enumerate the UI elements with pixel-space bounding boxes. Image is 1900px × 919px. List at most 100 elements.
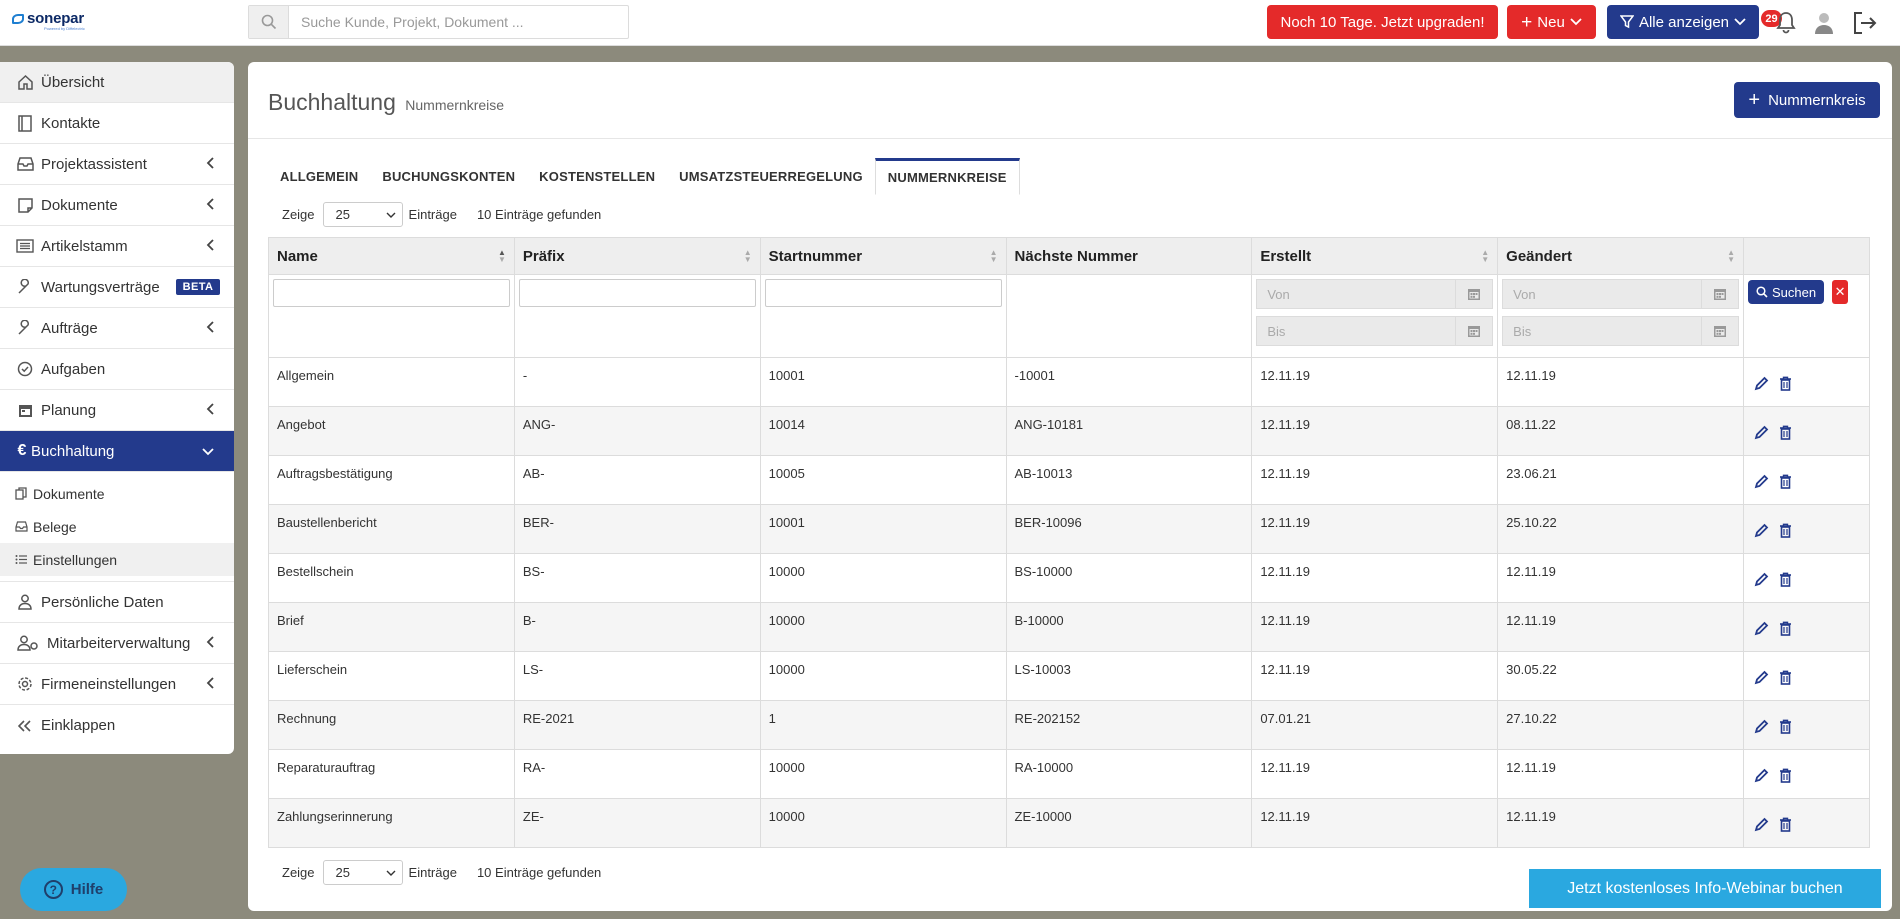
cell-start: 10000	[759, 798, 1007, 848]
tab-kostenstellen[interactable]: KOSTENSTELLEN	[527, 158, 667, 195]
sidebar-item-buchhaltung[interactable]: € Buchhaltung	[0, 431, 234, 472]
filter-name-input[interactable]	[273, 279, 510, 307]
page-size-value: 25	[335, 865, 350, 880]
sidebar-item-label: Aufträge	[41, 319, 98, 337]
sidebar-item-label: Persönliche Daten	[41, 593, 164, 611]
edit-icon[interactable]	[1754, 719, 1769, 737]
calendar-button[interactable]	[1455, 316, 1494, 346]
page-size-value: 25	[335, 207, 350, 222]
filter-start-input[interactable]	[764, 279, 1002, 307]
edit-icon[interactable]	[1754, 817, 1769, 835]
tab-allgemein[interactable]: ALLGEMEIN	[268, 158, 370, 195]
sidebar-item-uebersicht[interactable]: Übersicht	[0, 62, 234, 103]
notifications-button[interactable]	[1775, 10, 1797, 39]
col-changed[interactable]: Geändert ▲ ▼	[1497, 237, 1744, 275]
sidebar-item-artikelstamm[interactable]: Artikelstamm	[0, 226, 234, 267]
cell-next: B-10000	[1005, 602, 1253, 652]
edit-icon[interactable]	[1754, 572, 1769, 590]
sidebar-subitem-dokumente[interactable]: Dokumente	[0, 477, 234, 510]
edit-icon[interactable]	[1754, 670, 1769, 688]
trash-icon[interactable]	[1779, 768, 1792, 786]
tab-nummernkreise[interactable]: NUMMERNKREISE	[874, 158, 1020, 195]
logout-button[interactable]	[1852, 11, 1878, 40]
show-all-button[interactable]: Alle anzeigen	[1607, 5, 1759, 39]
edit-icon[interactable]	[1754, 621, 1769, 639]
calendar-button[interactable]	[1700, 316, 1739, 346]
sidebar-item-auftraege[interactable]: Aufträge	[0, 308, 234, 349]
add-nummernkreis-button[interactable]: + Nummernkreis	[1734, 82, 1880, 118]
filter-search-label: Suchen	[1771, 284, 1817, 300]
page-size-select[interactable]: 25	[322, 860, 403, 885]
trash-icon[interactable]	[1779, 474, 1792, 492]
col-prefix[interactable]: Präfix ▲ ▼	[513, 237, 761, 275]
edit-icon[interactable]	[1754, 523, 1769, 541]
upgrade-button[interactable]: Noch 10 Tage. Jetzt upgraden!	[1267, 5, 1498, 39]
page-size-select[interactable]: 25	[322, 202, 403, 227]
cell-name: Reparaturauftrag	[268, 749, 515, 799]
edit-icon[interactable]	[1754, 768, 1769, 786]
sidebar-subitem-belege[interactable]: Belege	[0, 510, 234, 543]
created-to-field[interactable]: Bis	[1256, 316, 1494, 346]
col-start[interactable]: Startnummer ▲ ▼	[759, 237, 1007, 275]
cell-start: 10000	[759, 602, 1007, 652]
sidebar-item-firmeneinstellungen[interactable]: Firmeneinstellungen	[0, 664, 234, 705]
calendar-button[interactable]	[1700, 279, 1739, 309]
sidebar-item-kontakte[interactable]: Kontakte	[0, 103, 234, 144]
trash-icon[interactable]	[1779, 670, 1792, 688]
calendar-icon	[1468, 289, 1481, 300]
cell-next: BER-10096	[1005, 504, 1253, 554]
search-input[interactable]	[289, 6, 628, 38]
sidebar-collapse[interactable]: Einklappen	[0, 705, 234, 746]
cell-created: 12.11.19	[1251, 749, 1499, 799]
trash-icon[interactable]	[1779, 425, 1792, 443]
cell-name: Zahlungserinnerung	[268, 798, 515, 848]
cell-created: 12.11.19	[1251, 357, 1499, 407]
edit-icon[interactable]	[1754, 425, 1769, 443]
changed-to-field[interactable]: Bis	[1502, 316, 1739, 346]
sidebar-item-planung[interactable]: Planung	[0, 390, 234, 431]
global-search	[248, 5, 629, 39]
edit-icon[interactable]	[1754, 376, 1769, 394]
filter-prefix-input[interactable]	[518, 279, 756, 307]
filter-icon	[1619, 15, 1634, 29]
trash-icon[interactable]	[1779, 523, 1792, 541]
cell-next: ANG-10181	[1005, 406, 1253, 456]
beta-badge: BETA	[175, 279, 221, 295]
trash-icon[interactable]	[1779, 817, 1792, 835]
sidebar-item-mitarbeiterverwaltung[interactable]: Mitarbeiterverwaltung	[0, 623, 234, 664]
filter-cell	[268, 274, 515, 358]
filter-cell	[513, 274, 761, 358]
calendar-button[interactable]	[1455, 279, 1494, 309]
search-button[interactable]	[249, 6, 289, 38]
sidebar-item-wartungsvertraege[interactable]: Wartungsverträge BETA	[0, 267, 234, 308]
filter-search-button[interactable]: Suchen	[1747, 280, 1825, 304]
table-row: Bestellschein BS- 10000 BS-10000 12.11.19 12.…	[268, 553, 1871, 603]
trash-icon[interactable]	[1779, 376, 1792, 394]
sidebar-item-aufgaben[interactable]: Aufgaben	[0, 349, 234, 390]
tab-buchungskonten[interactable]: BUCHUNGSKONTEN	[370, 158, 527, 195]
sidebar-item-label: Mitarbeiterverwaltung	[47, 634, 191, 652]
created-from-field[interactable]: Von	[1256, 279, 1494, 309]
new-button[interactable]: + Neu	[1507, 5, 1596, 39]
col-name[interactable]: Name ▲ ▼	[268, 237, 515, 275]
avatar[interactable]	[1812, 11, 1836, 35]
changed-from-field[interactable]: Von	[1502, 279, 1739, 309]
sidebar-item-dokumente[interactable]: Dokumente	[0, 185, 234, 226]
trash-icon[interactable]	[1779, 572, 1792, 590]
sidebar-item-label: Dokumente	[41, 196, 118, 214]
help-button[interactable]: ? Hilfe	[20, 868, 127, 911]
tab-umsatzsteuerregelung[interactable]: UMSATZSTEUERREGELUNG	[667, 158, 875, 195]
trash-icon[interactable]	[1779, 719, 1792, 737]
table-row: Rechnung RE-2021 1 RE-202152 07.01.21 27.10.2…	[268, 700, 1871, 750]
sidebar-item-persoenliche-daten[interactable]: Persönliche Daten	[0, 582, 234, 623]
sidebar-subitem-einstellungen[interactable]: Einstellungen	[0, 543, 234, 576]
sidebar-subitem-label: Dokumente	[33, 485, 105, 502]
webinar-button[interactable]: Jetzt kostenloses Info-Webinar buchen	[1527, 867, 1883, 910]
brand-logo[interactable]: sonepar Powered by Diffelectric	[12, 10, 85, 31]
trash-icon[interactable]	[1779, 621, 1792, 639]
filter-clear-button[interactable]: ✕	[1832, 280, 1849, 304]
sidebar-item-projektassistent[interactable]: Projektassistent	[0, 144, 234, 185]
edit-icon[interactable]	[1754, 474, 1769, 492]
sidebar-item-label: Aufgaben	[41, 360, 106, 378]
col-created[interactable]: Erstellt ▲ ▼	[1251, 237, 1499, 275]
